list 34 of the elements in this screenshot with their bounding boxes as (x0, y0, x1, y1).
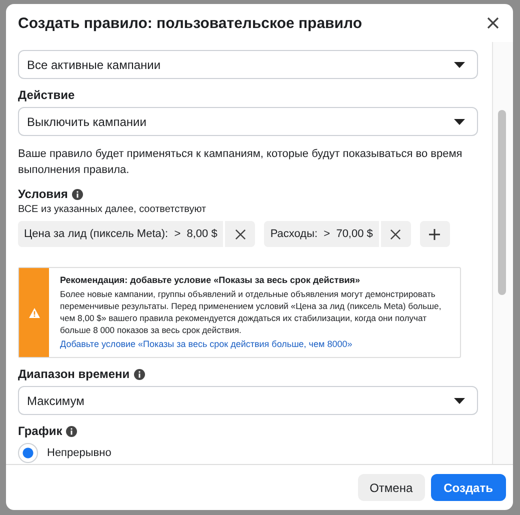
cancel-button[interactable]: Отмена (358, 474, 425, 501)
dropdown[interactable]: Максимум (18, 386, 478, 415)
plus-icon (429, 228, 440, 240)
remove-condition-button[interactable] (225, 221, 256, 247)
condition-chip[interactable]: Цена за лид (пиксель Meta): > 8,00 $ (18, 221, 224, 247)
warning-title: Рекомендация: добавьте условие «Показы за весь срок действия» (60, 275, 362, 285)
field-label: Действие (18, 88, 75, 102)
add-condition-link[interactable]: Добавьте условие «Показы за весь срок действия больше, чем 8000» (60, 339, 450, 349)
radio-label: Непрерывно (47, 447, 112, 459)
create-button[interactable]: Создать (430, 474, 506, 501)
info-icon[interactable] (134, 368, 145, 380)
radio-button[interactable] (18, 443, 38, 463)
caret-icon (454, 118, 465, 124)
warning-icon (28, 308, 40, 318)
field-label: Диапазон времени (18, 367, 130, 381)
close-icon (390, 228, 402, 240)
remove-condition-button[interactable] (380, 221, 411, 247)
field-label: Условия (18, 187, 68, 201)
warning-text: Более новые кампании, группы объявлений и отдельные объявления могут демонстрировать переменчивые результаты. Перед применением условий «Цена за лид (пиксель Meta) больше, чем 8,00 $» вашего правила рекомендуется дождаться их стабилизации, когда они получат больше 8 000 показов за весь срок действия. (60, 288, 442, 336)
caret-icon (454, 62, 465, 68)
scrollbar-thumb[interactable] (498, 110, 506, 295)
info-icon[interactable] (66, 426, 78, 436)
field-label: График (18, 424, 62, 438)
close-icon (234, 228, 246, 240)
caret-icon (454, 398, 465, 404)
condition-chip[interactable]: Расходы: > 70,00 $ (264, 221, 379, 247)
dropdown[interactable]: Выключить кампании (18, 107, 478, 136)
close-icon[interactable] (487, 17, 499, 29)
dropdown[interactable]: Все активные кампании (18, 50, 478, 79)
conditions-subtitle: ВСЕ из указанных далее, соответствуют (18, 204, 208, 215)
description-text: Ваше правило будет применяться к кампаниям, которые будут показываться во время выполнения правила. (18, 147, 464, 178)
add-condition-button[interactable] (420, 221, 450, 247)
info-icon[interactable] (72, 188, 83, 200)
dialog-title: Создать правило: пользовательское правило (18, 14, 362, 32)
